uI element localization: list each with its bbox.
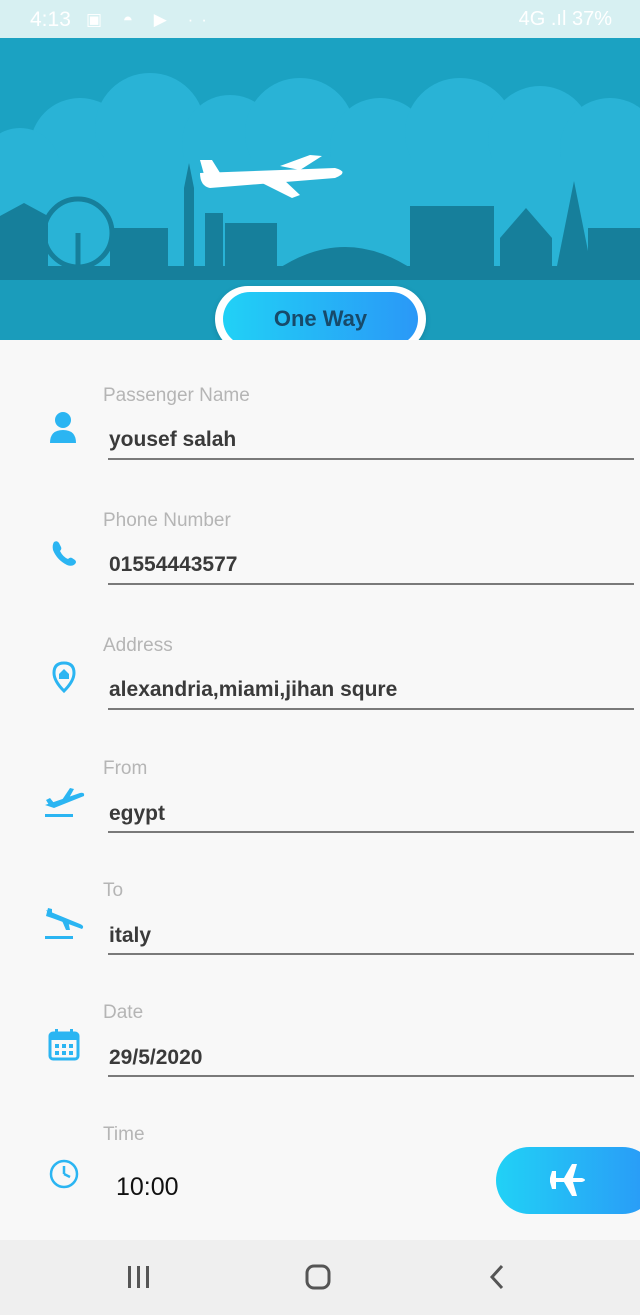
system-nav-bar bbox=[0, 1240, 640, 1315]
to-underline bbox=[108, 953, 634, 955]
submit-flight-button[interactable] bbox=[496, 1147, 640, 1214]
status-right-info: 4G .ıl 37% bbox=[518, 8, 612, 30]
to-field[interactable]: To italy bbox=[0, 880, 640, 1000]
address-label: Address bbox=[103, 635, 173, 656]
landing-icon bbox=[42, 902, 86, 942]
date-value[interactable]: 29/5/2020 bbox=[109, 1046, 202, 1070]
recents-icon[interactable] bbox=[118, 1262, 158, 1292]
passenger-name-underline bbox=[108, 458, 634, 460]
booking-form: Passenger Name yousef salah Phone Number… bbox=[0, 340, 640, 1240]
phone-icon bbox=[44, 532, 84, 572]
calendar-icon bbox=[44, 1024, 84, 1064]
from-underline bbox=[108, 831, 634, 833]
passenger-name-label: Passenger Name bbox=[103, 385, 250, 406]
time-value[interactable]: 10:00 bbox=[116, 1173, 179, 1202]
from-field[interactable]: From egypt bbox=[0, 758, 640, 878]
passenger-name-field[interactable]: Passenger Name yousef salah bbox=[0, 385, 640, 505]
clock-icon bbox=[44, 1154, 84, 1194]
person-icon bbox=[44, 407, 84, 447]
date-field[interactable]: Date 29/5/2020 bbox=[0, 1002, 640, 1122]
status-bar: 4:13 ▣ ◓ ▶ ·· 4G .ıl 37% bbox=[0, 0, 640, 38]
phone-number-label: Phone Number bbox=[103, 510, 231, 531]
location-icon bbox=[44, 657, 84, 697]
airplane-icon bbox=[550, 1164, 585, 1196]
takeoff-icon bbox=[42, 780, 86, 820]
address-value[interactable]: alexandria,miami,jihan squre bbox=[109, 678, 397, 702]
back-icon[interactable] bbox=[478, 1262, 518, 1292]
passenger-name-value[interactable]: yousef salah bbox=[109, 428, 236, 452]
to-label: To bbox=[103, 880, 124, 901]
notification-icons: ▣ ◓ ▶ ·· bbox=[86, 10, 215, 29]
time-label: Time bbox=[103, 1124, 145, 1145]
status-time: 4:13 bbox=[30, 8, 71, 31]
phone-number-field[interactable]: Phone Number 01554443577 bbox=[0, 510, 640, 630]
date-underline bbox=[108, 1075, 634, 1077]
phone-number-value[interactable]: 01554443577 bbox=[109, 553, 237, 577]
from-label: From bbox=[103, 758, 148, 779]
from-value[interactable]: egypt bbox=[109, 802, 165, 826]
address-underline bbox=[108, 708, 634, 710]
trip-type-label: One Way bbox=[223, 292, 418, 346]
date-label: Date bbox=[103, 1002, 144, 1023]
to-value[interactable]: italy bbox=[109, 924, 151, 948]
home-icon[interactable] bbox=[298, 1262, 338, 1292]
address-field[interactable]: Address alexandria,miami,jihan squre bbox=[0, 635, 640, 755]
phone-number-underline bbox=[108, 583, 634, 585]
